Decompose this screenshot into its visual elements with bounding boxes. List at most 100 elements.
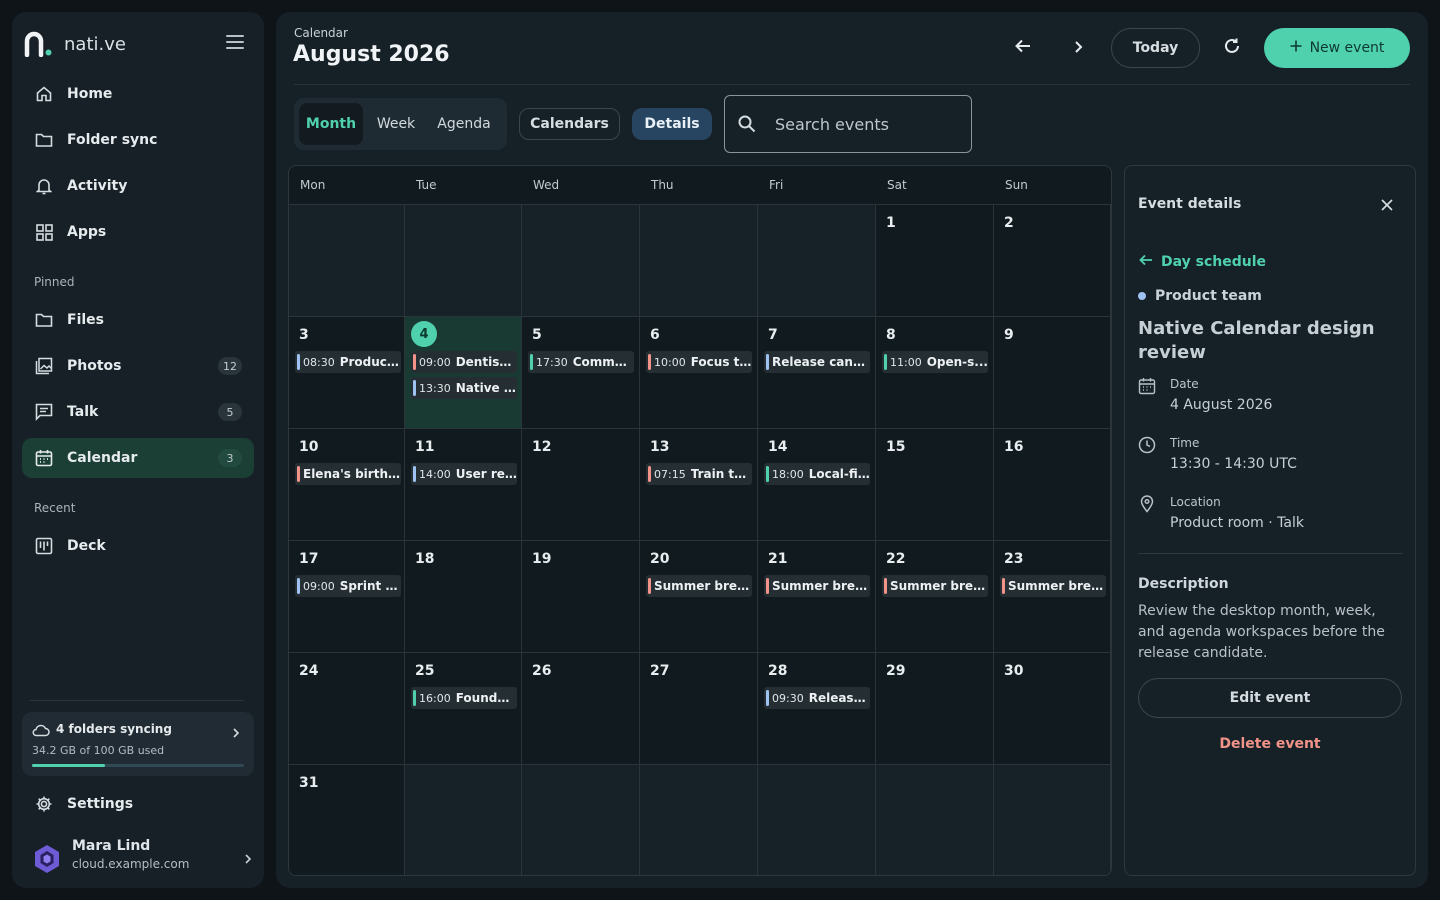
date-number: 22	[886, 551, 906, 567]
calendar-day-cell[interactable]: 21 Summer break	[758, 540, 876, 652]
calendar-day-cell[interactable]: 16	[994, 428, 1111, 540]
sidebar-item-photos[interactable]: Photos 12	[22, 346, 254, 386]
calendar-empty-cell[interactable]	[640, 764, 758, 875]
event-chip[interactable]: 13:30 Native ...	[411, 377, 517, 399]
event-chip[interactable]: 18:00 Local-fir...	[764, 463, 870, 485]
event-chip[interactable]: 11:00 Open-s...	[882, 351, 988, 373]
next-month-button[interactable]	[1062, 32, 1094, 64]
calendar-empty-cell[interactable]	[640, 204, 758, 316]
details-toggle-button[interactable]: Details	[632, 108, 712, 140]
calendar-day-cell[interactable]: 5 17:30 Commu...	[522, 316, 640, 428]
calendar-day-cell[interactable]: 30	[994, 652, 1111, 764]
sidebar-item-folder-sync[interactable]: Folder sync	[22, 120, 254, 160]
calendar-day-cell[interactable]: 9	[994, 316, 1111, 428]
calendar-day-cell[interactable]: 26	[522, 652, 640, 764]
calendar-day-cell[interactable]: 20 Summer break	[640, 540, 758, 652]
previous-month-button[interactable]	[1007, 32, 1039, 64]
event-chip[interactable]: 17:30 Commu...	[528, 351, 634, 373]
calendar-empty-cell[interactable]	[522, 764, 640, 875]
calendar-day-cell[interactable]: 1	[876, 204, 994, 316]
calendar-day-cell[interactable]: 18	[405, 540, 522, 652]
user-account[interactable]: Mara Lind cloud.example.com	[32, 838, 254, 878]
menu-icon[interactable]	[226, 34, 244, 50]
delete-event-button[interactable]: Delete event	[1138, 736, 1402, 752]
event-chip[interactable]: Release candi...	[764, 351, 870, 373]
sidebar-item-apps[interactable]: Apps	[22, 212, 254, 252]
calendar-empty-cell[interactable]	[876, 764, 994, 875]
calendar-day-cell[interactable]: 25 16:00 Founda...	[405, 652, 522, 764]
calendar-empty-cell[interactable]	[994, 764, 1111, 875]
sidebar-item-settings[interactable]: Settings	[22, 784, 254, 824]
event-chip[interactable]: Summer break	[764, 575, 870, 597]
sidebar-item-talk[interactable]: Talk 5	[22, 392, 254, 432]
search-input[interactable]	[775, 112, 955, 136]
calendar-day-cell[interactable]: 22 Summer break	[876, 540, 994, 652]
calendar-empty-cell[interactable]	[522, 204, 640, 316]
calendar-day-cell[interactable]: 4 09:00 Dentist ... 13:30 Native ...	[405, 316, 522, 428]
calendar-day-cell[interactable]: 28 09:30 Release...	[758, 652, 876, 764]
calendar-empty-cell[interactable]	[405, 764, 522, 875]
refresh-button[interactable]	[1216, 32, 1248, 64]
calendar-day-cell[interactable]: 19	[522, 540, 640, 652]
new-event-label: New event	[1309, 40, 1385, 56]
calendar-day-cell[interactable]: 10 Elena's birthd...	[289, 428, 405, 540]
new-event-button[interactable]: New event	[1264, 28, 1410, 68]
calendar-day-cell[interactable]: 15	[876, 428, 994, 540]
event-title: Summer break	[772, 579, 870, 593]
calendar-day-cell[interactable]: 3 08:30 Product...	[289, 316, 405, 428]
brand[interactable]: nati.ve	[24, 30, 126, 58]
photos-count-badge: 12	[218, 357, 242, 375]
event-chip[interactable]: 08:30 Product...	[295, 351, 401, 373]
sync-status-card[interactable]: 4 folders syncing 34.2 GB of 100 GB used	[22, 712, 254, 776]
search-icon	[737, 114, 757, 138]
calendar-day-cell[interactable]: 7 Release candi...	[758, 316, 876, 428]
today-button[interactable]: Today	[1111, 28, 1200, 68]
calendar-day-cell[interactable]: 8 11:00 Open-s...	[876, 316, 994, 428]
event-chip[interactable]: 09:30 Release...	[764, 687, 870, 709]
tab-week[interactable]: Week	[368, 103, 424, 145]
close-details-button[interactable]	[1381, 196, 1393, 215]
date-number: 13	[650, 439, 670, 455]
calendar-day-cell[interactable]: 12	[522, 428, 640, 540]
event-chip[interactable]: Summer break	[1000, 575, 1106, 597]
calendars-button[interactable]: Calendars	[519, 108, 620, 140]
event-chip[interactable]: 14:00 User re...	[411, 463, 517, 485]
day-schedule-link[interactable]: Day schedule	[1139, 254, 1266, 270]
calendar-day-cell[interactable]: 24	[289, 652, 405, 764]
calendar-empty-cell[interactable]	[758, 204, 876, 316]
calendar-day-cell[interactable]: 17 09:00 Sprint p...	[289, 540, 405, 652]
tab-month[interactable]: Month	[299, 103, 363, 145]
event-chip[interactable]: Summer break	[646, 575, 752, 597]
edit-event-button[interactable]: Edit event	[1138, 678, 1402, 718]
event-chip[interactable]: Elena's birthd...	[295, 463, 401, 485]
calendar-empty-cell[interactable]	[289, 204, 405, 316]
sidebar-item-files[interactable]: Files	[22, 300, 254, 340]
event-chip[interactable]: Summer break	[882, 575, 988, 597]
event-chip[interactable]: 10:00 Focus ti...	[646, 351, 752, 373]
calendar-day-cell[interactable]: 11 14:00 User re...	[405, 428, 522, 540]
sidebar-item-deck[interactable]: Deck	[22, 526, 254, 566]
calendar-day-cell[interactable]: 2	[994, 204, 1111, 316]
sidebar-item-home[interactable]: Home	[22, 74, 254, 114]
calendar-day-cell[interactable]: 6 10:00 Focus ti...	[640, 316, 758, 428]
sidebar-item-label: Home	[67, 86, 113, 102]
calendar-day-cell[interactable]: 13 07:15 Train to...	[640, 428, 758, 540]
event-chip[interactable]: 09:00 Dentist ...	[411, 351, 517, 373]
sidebar-item-label: Deck	[67, 538, 106, 554]
event-chip[interactable]: 16:00 Founda...	[411, 687, 517, 709]
calendar-empty-cell[interactable]	[758, 764, 876, 875]
event-chip[interactable]: 07:15 Train to...	[646, 463, 752, 485]
calendar-day-cell[interactable]: 31	[289, 764, 405, 875]
event-chip[interactable]: 09:00 Sprint p...	[295, 575, 401, 597]
event-time: 17:30	[536, 355, 568, 369]
calendar-day-cell[interactable]: 23 Summer break	[994, 540, 1111, 652]
calendar-day-cell[interactable]: 14 18:00 Local-fir...	[758, 428, 876, 540]
sidebar-item-calendar[interactable]: Calendar 3	[22, 438, 254, 478]
tab-agenda[interactable]: Agenda	[428, 103, 500, 145]
sidebar-item-label: Settings	[67, 796, 134, 812]
calendar-empty-cell[interactable]	[405, 204, 522, 316]
breadcrumb[interactable]: Calendar	[294, 26, 348, 40]
sidebar-item-activity[interactable]: Activity	[22, 166, 254, 206]
calendar-day-cell[interactable]: 27	[640, 652, 758, 764]
calendar-day-cell[interactable]: 29	[876, 652, 994, 764]
